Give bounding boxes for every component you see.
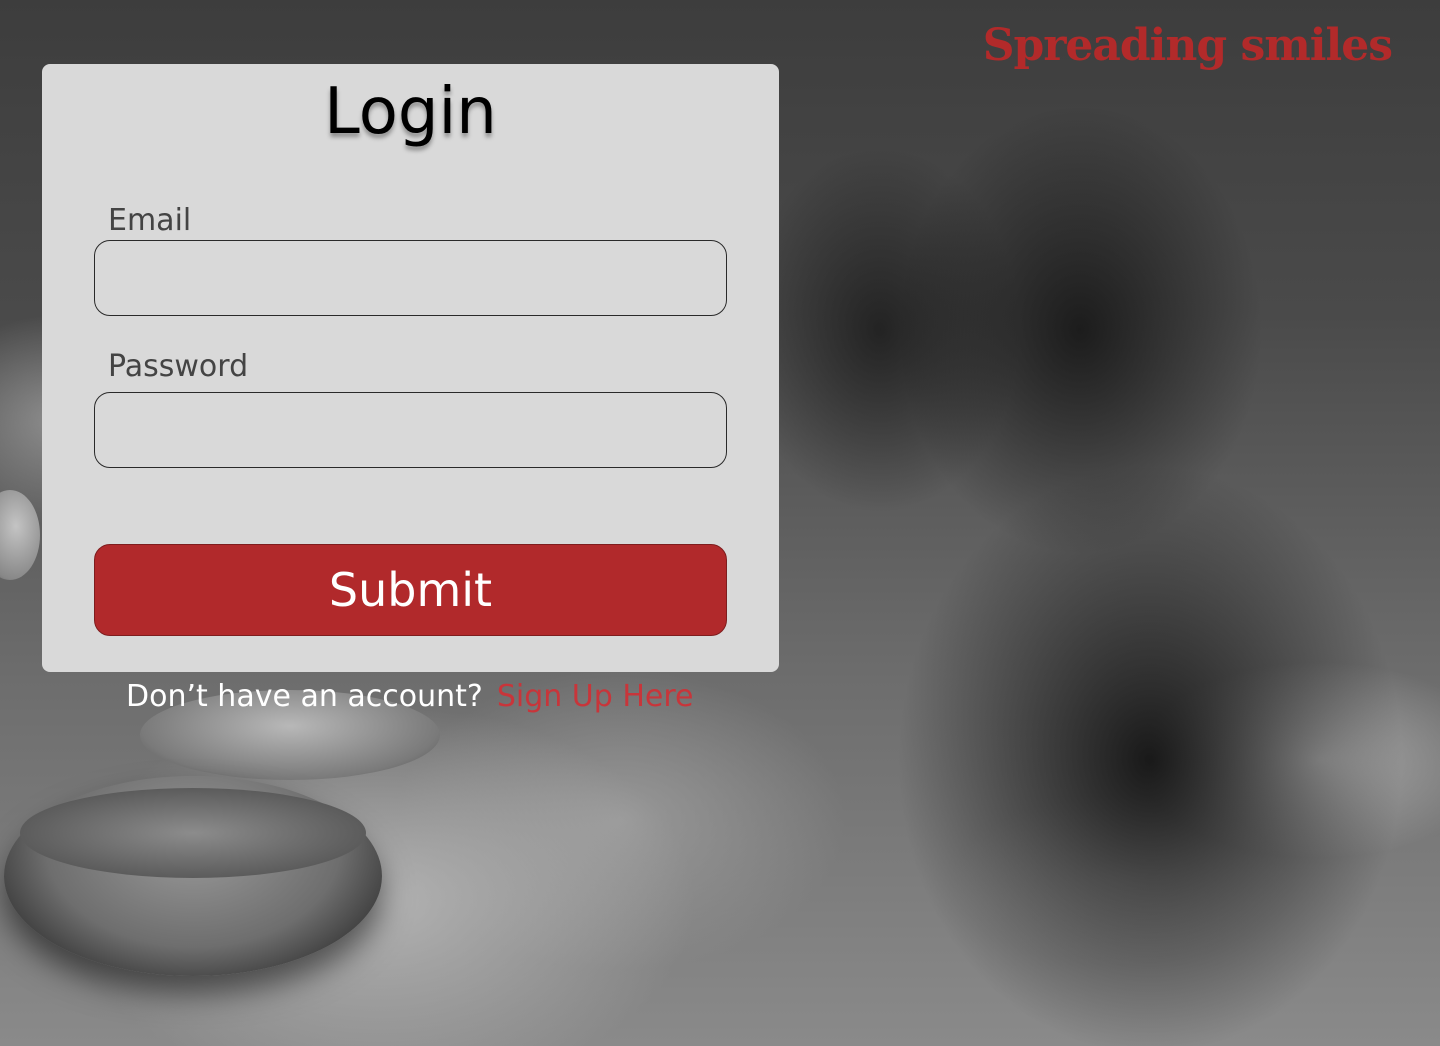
password-field[interactable] bbox=[94, 392, 727, 468]
login-page: Spreading smiles Login Email Password Su… bbox=[0, 0, 1440, 1046]
brand-logo: Spreading smiles bbox=[982, 20, 1393, 71]
email-label: Email bbox=[108, 203, 192, 238]
submit-button[interactable]: Submit bbox=[94, 544, 727, 636]
signup-prompt: Don’t have an account? bbox=[126, 679, 483, 714]
page-title: Login bbox=[324, 75, 497, 149]
bowl-image bbox=[4, 776, 382, 976]
password-label: Password bbox=[108, 349, 249, 384]
login-card: Login Email Password Submit bbox=[42, 64, 779, 672]
email-field[interactable] bbox=[94, 240, 727, 316]
signup-row: Don’t have an account? Sign Up Here bbox=[126, 682, 693, 712]
signup-link[interactable]: Sign Up Here bbox=[497, 679, 694, 714]
bowl-image bbox=[0, 490, 40, 580]
